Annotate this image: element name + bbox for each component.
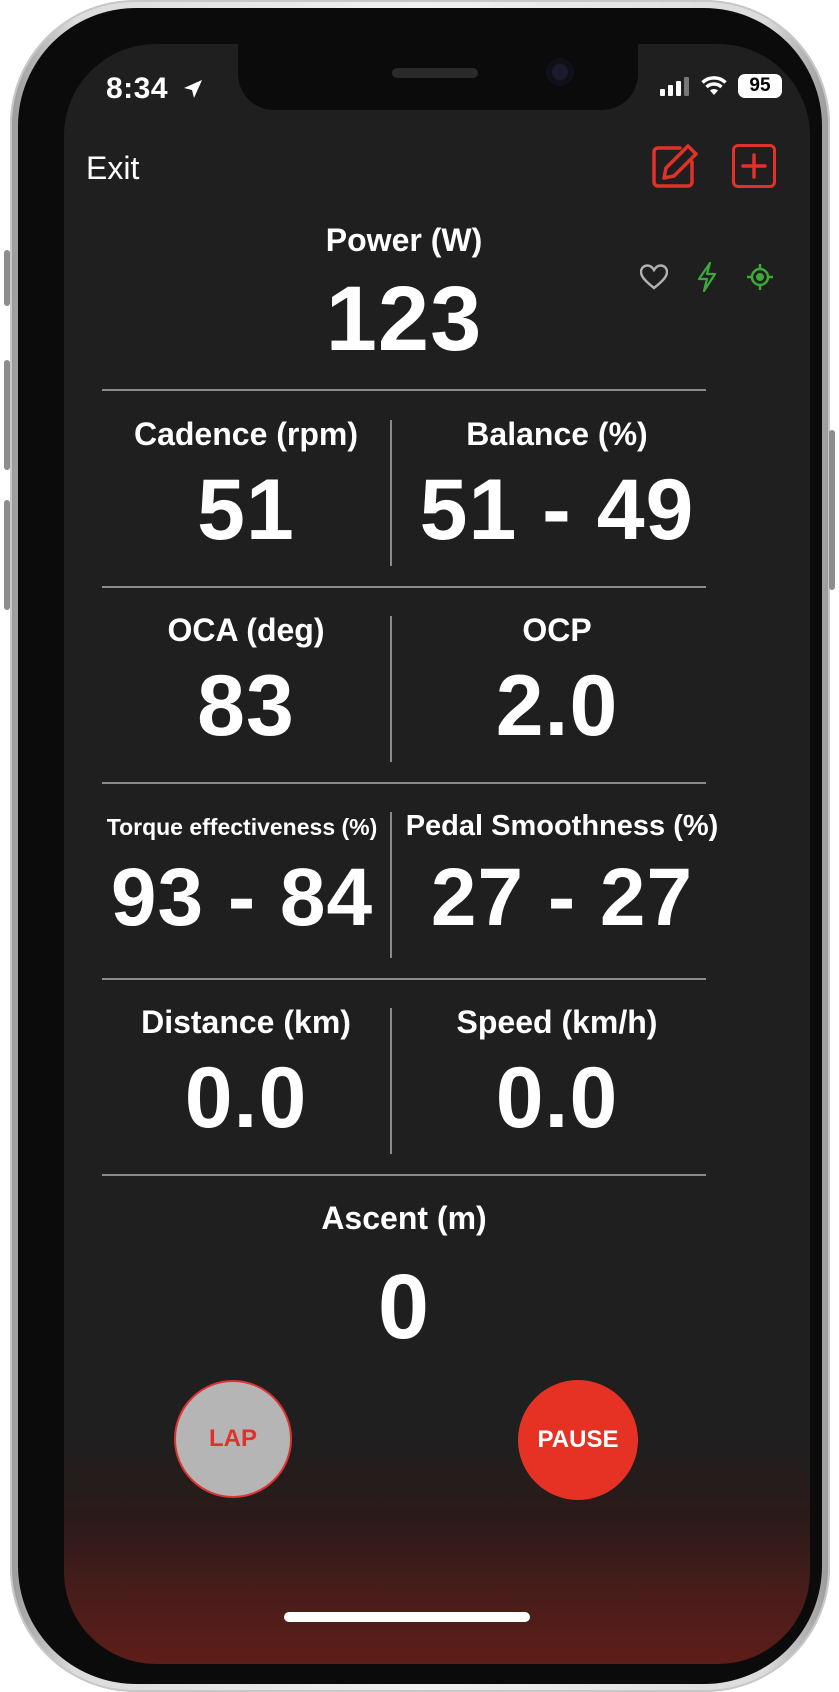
metric-value: 51 - 49 xyxy=(419,462,695,558)
metric-torque-effectiveness: Torque effectiveness (%) 93 - 84 xyxy=(94,808,390,939)
metric-label: Torque effectiveness (%) xyxy=(106,814,378,840)
metric-cadence: Cadence (rpm) 51 xyxy=(102,414,390,553)
metric-value: 2.0 xyxy=(495,658,619,754)
pause-button[interactable]: PAUSE xyxy=(518,1380,638,1500)
home-indicator[interactable] xyxy=(284,1612,530,1622)
metric-label: Cadence (rpm) xyxy=(133,416,359,452)
status-indicators: 95 xyxy=(660,74,782,98)
camera-icon xyxy=(546,58,574,86)
lap-button[interactable]: LAP xyxy=(174,1380,292,1498)
metric-value: 0 xyxy=(377,1256,431,1358)
metric-label: Distance (km) xyxy=(141,1004,351,1040)
metric-label: OCP xyxy=(522,612,592,648)
metric-label: Pedal Smoothness (%) xyxy=(405,810,719,842)
status-time: 8:34 xyxy=(106,72,205,106)
side-button xyxy=(4,250,10,306)
metric-oca: OCA (deg) 83 xyxy=(102,610,390,749)
volume-down-button xyxy=(4,500,10,610)
sensor-indicators xyxy=(640,262,774,292)
metric-ascent: Ascent (m) 0 xyxy=(254,1198,554,1353)
app-screen: 8:34 95 Exit Power (W) 123 Cadence (rpm)… xyxy=(64,44,810,1664)
heart-icon xyxy=(640,264,668,290)
metric-label: Balance (%) xyxy=(466,416,648,452)
divider xyxy=(102,586,706,588)
metric-value: 0.0 xyxy=(495,1050,619,1146)
notch xyxy=(238,44,638,110)
edit-icon[interactable] xyxy=(650,142,698,190)
divider xyxy=(102,978,706,980)
add-button[interactable] xyxy=(732,144,776,188)
divider xyxy=(102,1174,706,1176)
wifi-icon xyxy=(701,76,727,95)
metric-value: 51 xyxy=(197,462,295,558)
speaker-grille xyxy=(392,68,478,78)
metric-distance: Distance (km) 0.0 xyxy=(102,1002,390,1141)
divider xyxy=(102,389,706,391)
gps-target-icon xyxy=(747,264,773,290)
volume-up-button xyxy=(4,360,10,470)
metric-power: Power (W) 123 xyxy=(254,220,554,365)
exit-button[interactable]: Exit xyxy=(86,150,139,187)
metric-value: 123 xyxy=(325,268,483,370)
metric-label: OCA (deg) xyxy=(167,612,325,648)
metric-label: Speed (km/h) xyxy=(456,1004,658,1040)
metric-pedal-smoothness: Pedal Smoothness (%) 27 - 27 xyxy=(392,808,732,939)
metric-value: 0.0 xyxy=(184,1050,308,1146)
battery-indicator: 95 xyxy=(738,74,782,98)
metric-value: 83 xyxy=(197,658,295,754)
metric-ocp: OCP 2.0 xyxy=(392,610,722,749)
status-time-text: 8:34 xyxy=(106,72,169,105)
phone-bezel: 8:34 95 Exit Power (W) 123 Cadence (rpm)… xyxy=(18,8,822,1684)
metric-label: Power (W) xyxy=(325,222,483,258)
metric-value: 27 - 27 xyxy=(430,852,694,943)
bolt-icon xyxy=(697,262,717,292)
cellular-signal-icon xyxy=(660,77,689,96)
metric-label: Ascent (m) xyxy=(321,1200,487,1236)
divider xyxy=(102,782,706,784)
metric-value: 93 - 84 xyxy=(110,852,374,943)
location-arrow-icon xyxy=(183,80,202,98)
power-button xyxy=(829,430,835,590)
metric-speed: Speed (km/h) 0.0 xyxy=(392,1002,722,1141)
add-icon xyxy=(741,153,767,179)
metric-balance: Balance (%) 51 - 49 xyxy=(392,414,722,553)
